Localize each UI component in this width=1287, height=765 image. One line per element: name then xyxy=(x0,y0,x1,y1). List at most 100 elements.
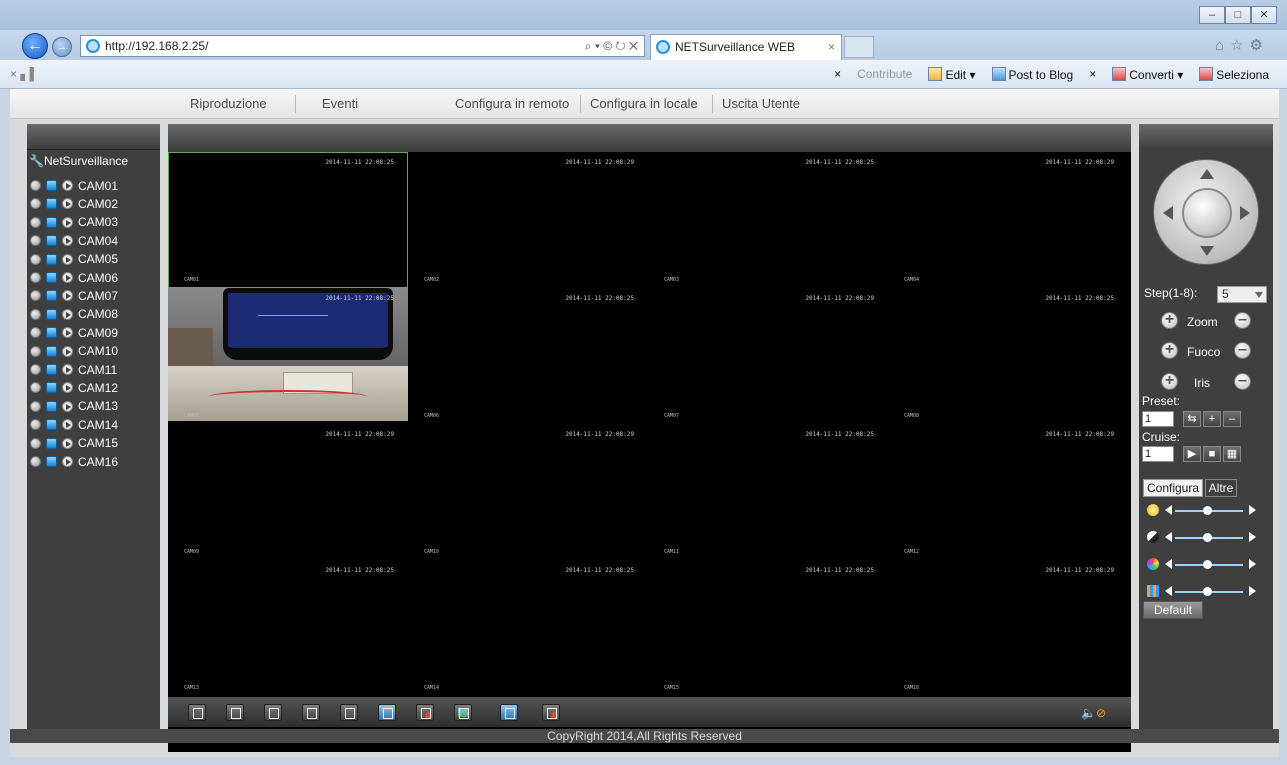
contrast-slider[interactable] xyxy=(1147,531,1267,545)
stream-icon[interactable] xyxy=(62,400,73,412)
record-dot-icon[interactable] xyxy=(30,364,41,375)
stream-icon[interactable] xyxy=(62,180,73,191)
play-icon[interactable] xyxy=(46,290,57,302)
tab-close-icon[interactable]: × xyxy=(828,35,835,59)
saturation-slider[interactable] xyxy=(1147,558,1267,572)
fullscreen-button[interactable] xyxy=(188,704,206,721)
ptz-joystick[interactable] xyxy=(1153,159,1259,265)
speaker-muted-icon[interactable]: 🔈⊘ xyxy=(1081,706,1106,720)
slider-knob[interactable] xyxy=(1203,506,1212,515)
layout-9-button[interactable] xyxy=(302,704,320,721)
play-icon[interactable] xyxy=(46,327,57,339)
ptz-left-icon[interactable] xyxy=(1163,206,1173,220)
layout-1-button[interactable] xyxy=(226,704,244,721)
focus-in-button[interactable]: + xyxy=(1161,342,1178,359)
cmdbar-left[interactable]: × ▖▌ xyxy=(10,67,38,81)
record-start-button[interactable] xyxy=(500,704,518,721)
record-stop-button[interactable] xyxy=(542,704,560,721)
step-select[interactable]: 5 xyxy=(1217,286,1267,303)
camera-item[interactable]: CAM05 xyxy=(30,251,118,268)
camera-item[interactable]: CAM06 xyxy=(30,269,118,286)
ptz-right-icon[interactable] xyxy=(1240,206,1250,220)
camera-item[interactable]: CAM01 xyxy=(30,177,118,194)
record-dot-icon[interactable] xyxy=(30,198,41,210)
preset-input[interactable]: 1 xyxy=(1142,411,1174,427)
home-star-gear-icons[interactable]: ⌂☆⚙ xyxy=(1215,36,1269,54)
video-cell[interactable]: 2014-11-11 22:08:25 CAM11 xyxy=(648,424,888,560)
play-icon[interactable] xyxy=(46,198,57,210)
minimize-button[interactable]: – xyxy=(1199,6,1225,24)
stream-icon[interactable] xyxy=(62,327,73,339)
camera-item[interactable]: CAM10 xyxy=(30,343,118,360)
decrease-icon[interactable] xyxy=(1165,559,1172,569)
menu-riproduzione[interactable]: Riproduzione xyxy=(190,96,267,111)
iris-open-button[interactable]: + xyxy=(1161,373,1178,390)
camera-item[interactable]: CAM04 xyxy=(30,232,118,249)
new-tab-button[interactable] xyxy=(844,36,874,58)
open-all-button[interactable] xyxy=(378,704,396,721)
snapshot-button[interactable] xyxy=(454,704,472,721)
tab-configura[interactable]: Configura xyxy=(1143,479,1203,497)
camera-item[interactable]: CAM12 xyxy=(30,379,118,396)
play-icon[interactable] xyxy=(46,308,57,320)
stream-icon[interactable] xyxy=(62,382,73,394)
cmd-close2-icon[interactable]: × xyxy=(1089,67,1096,82)
video-cell[interactable]: 2014-11-11 22:08:25 CAM03 xyxy=(648,152,888,288)
video-cell[interactable]: 2014-11-11 22:08:25 CAM01 xyxy=(168,152,408,288)
post-to-blog-button[interactable]: Post to Blog xyxy=(991,67,1073,82)
record-dot-icon[interactable] xyxy=(30,290,41,302)
ptz-center-button[interactable] xyxy=(1182,188,1232,238)
increase-icon[interactable] xyxy=(1249,586,1256,596)
camera-item[interactable]: CAM03 xyxy=(30,214,118,231)
record-dot-icon[interactable] xyxy=(30,345,41,357)
stream-icon[interactable] xyxy=(62,437,73,449)
play-icon[interactable] xyxy=(46,216,57,228)
record-dot-icon[interactable] xyxy=(30,180,41,191)
camera-item[interactable]: CAM16 xyxy=(30,453,118,470)
back-button[interactable]: ← xyxy=(22,33,48,59)
close-window-button[interactable]: ✕ xyxy=(1251,6,1277,24)
camera-item[interactable]: CAM07 xyxy=(30,287,118,304)
menu-uscita-utente[interactable]: Uscita Utente xyxy=(722,96,800,111)
converti-button[interactable]: Converti ▾ xyxy=(1112,67,1183,82)
decrease-icon[interactable] xyxy=(1165,532,1172,542)
record-dot-icon[interactable] xyxy=(30,216,41,228)
ptz-down-icon[interactable] xyxy=(1200,246,1214,256)
video-cell[interactable]: 2014-11-11 22:08:25 CAM06 xyxy=(408,288,648,424)
record-dot-icon[interactable] xyxy=(30,400,41,412)
address-bar[interactable]: http://192.168.2.25/ ⌕ ▾ © ↻ ✕ xyxy=(80,35,645,57)
camera-item[interactable]: CAM15 xyxy=(30,435,118,452)
increase-icon[interactable] xyxy=(1249,505,1256,515)
cruise-stop-button[interactable]: ■ xyxy=(1203,446,1221,462)
record-dot-icon[interactable] xyxy=(30,419,41,431)
video-cell[interactable]: 2014-11-11 22:08:29 CAM10 xyxy=(408,424,648,560)
zoom-in-button[interactable]: + xyxy=(1161,312,1178,329)
decrease-icon[interactable] xyxy=(1165,505,1172,515)
record-dot-icon[interactable] xyxy=(30,327,41,339)
forward-button[interactable]: → xyxy=(52,37,72,57)
play-icon[interactable] xyxy=(46,437,57,449)
stream-icon[interactable] xyxy=(62,308,73,320)
stream-icon[interactable] xyxy=(62,364,73,375)
menu-configura-locale[interactable]: Configura in locale xyxy=(590,96,698,111)
camera-item[interactable]: CAM02 xyxy=(30,195,118,212)
contribute-button[interactable]: Contribute xyxy=(857,67,912,82)
camera-item[interactable]: CAM09 xyxy=(30,324,118,341)
address-tools[interactable]: ⌕ ▾ © ↻ ✕ xyxy=(585,36,638,56)
iris-close-button[interactable]: – xyxy=(1234,373,1251,390)
preset-goto-button[interactable]: ⇆ xyxy=(1183,411,1201,427)
play-icon[interactable] xyxy=(46,180,57,191)
play-icon[interactable] xyxy=(46,364,57,375)
camera-item[interactable]: CAM14 xyxy=(30,416,118,433)
record-dot-icon[interactable] xyxy=(30,308,41,320)
tab-altre[interactable]: Altre xyxy=(1205,479,1237,497)
stream-icon[interactable] xyxy=(62,272,73,283)
cmd-close-icon[interactable]: × xyxy=(834,67,841,82)
play-icon[interactable] xyxy=(46,235,57,247)
play-icon[interactable] xyxy=(46,456,57,467)
record-dot-icon[interactable] xyxy=(30,235,41,247)
layout-4-button[interactable] xyxy=(264,704,282,721)
ptz-up-icon[interactable] xyxy=(1200,169,1214,179)
play-icon[interactable] xyxy=(46,272,57,283)
stream-icon[interactable] xyxy=(62,419,73,431)
